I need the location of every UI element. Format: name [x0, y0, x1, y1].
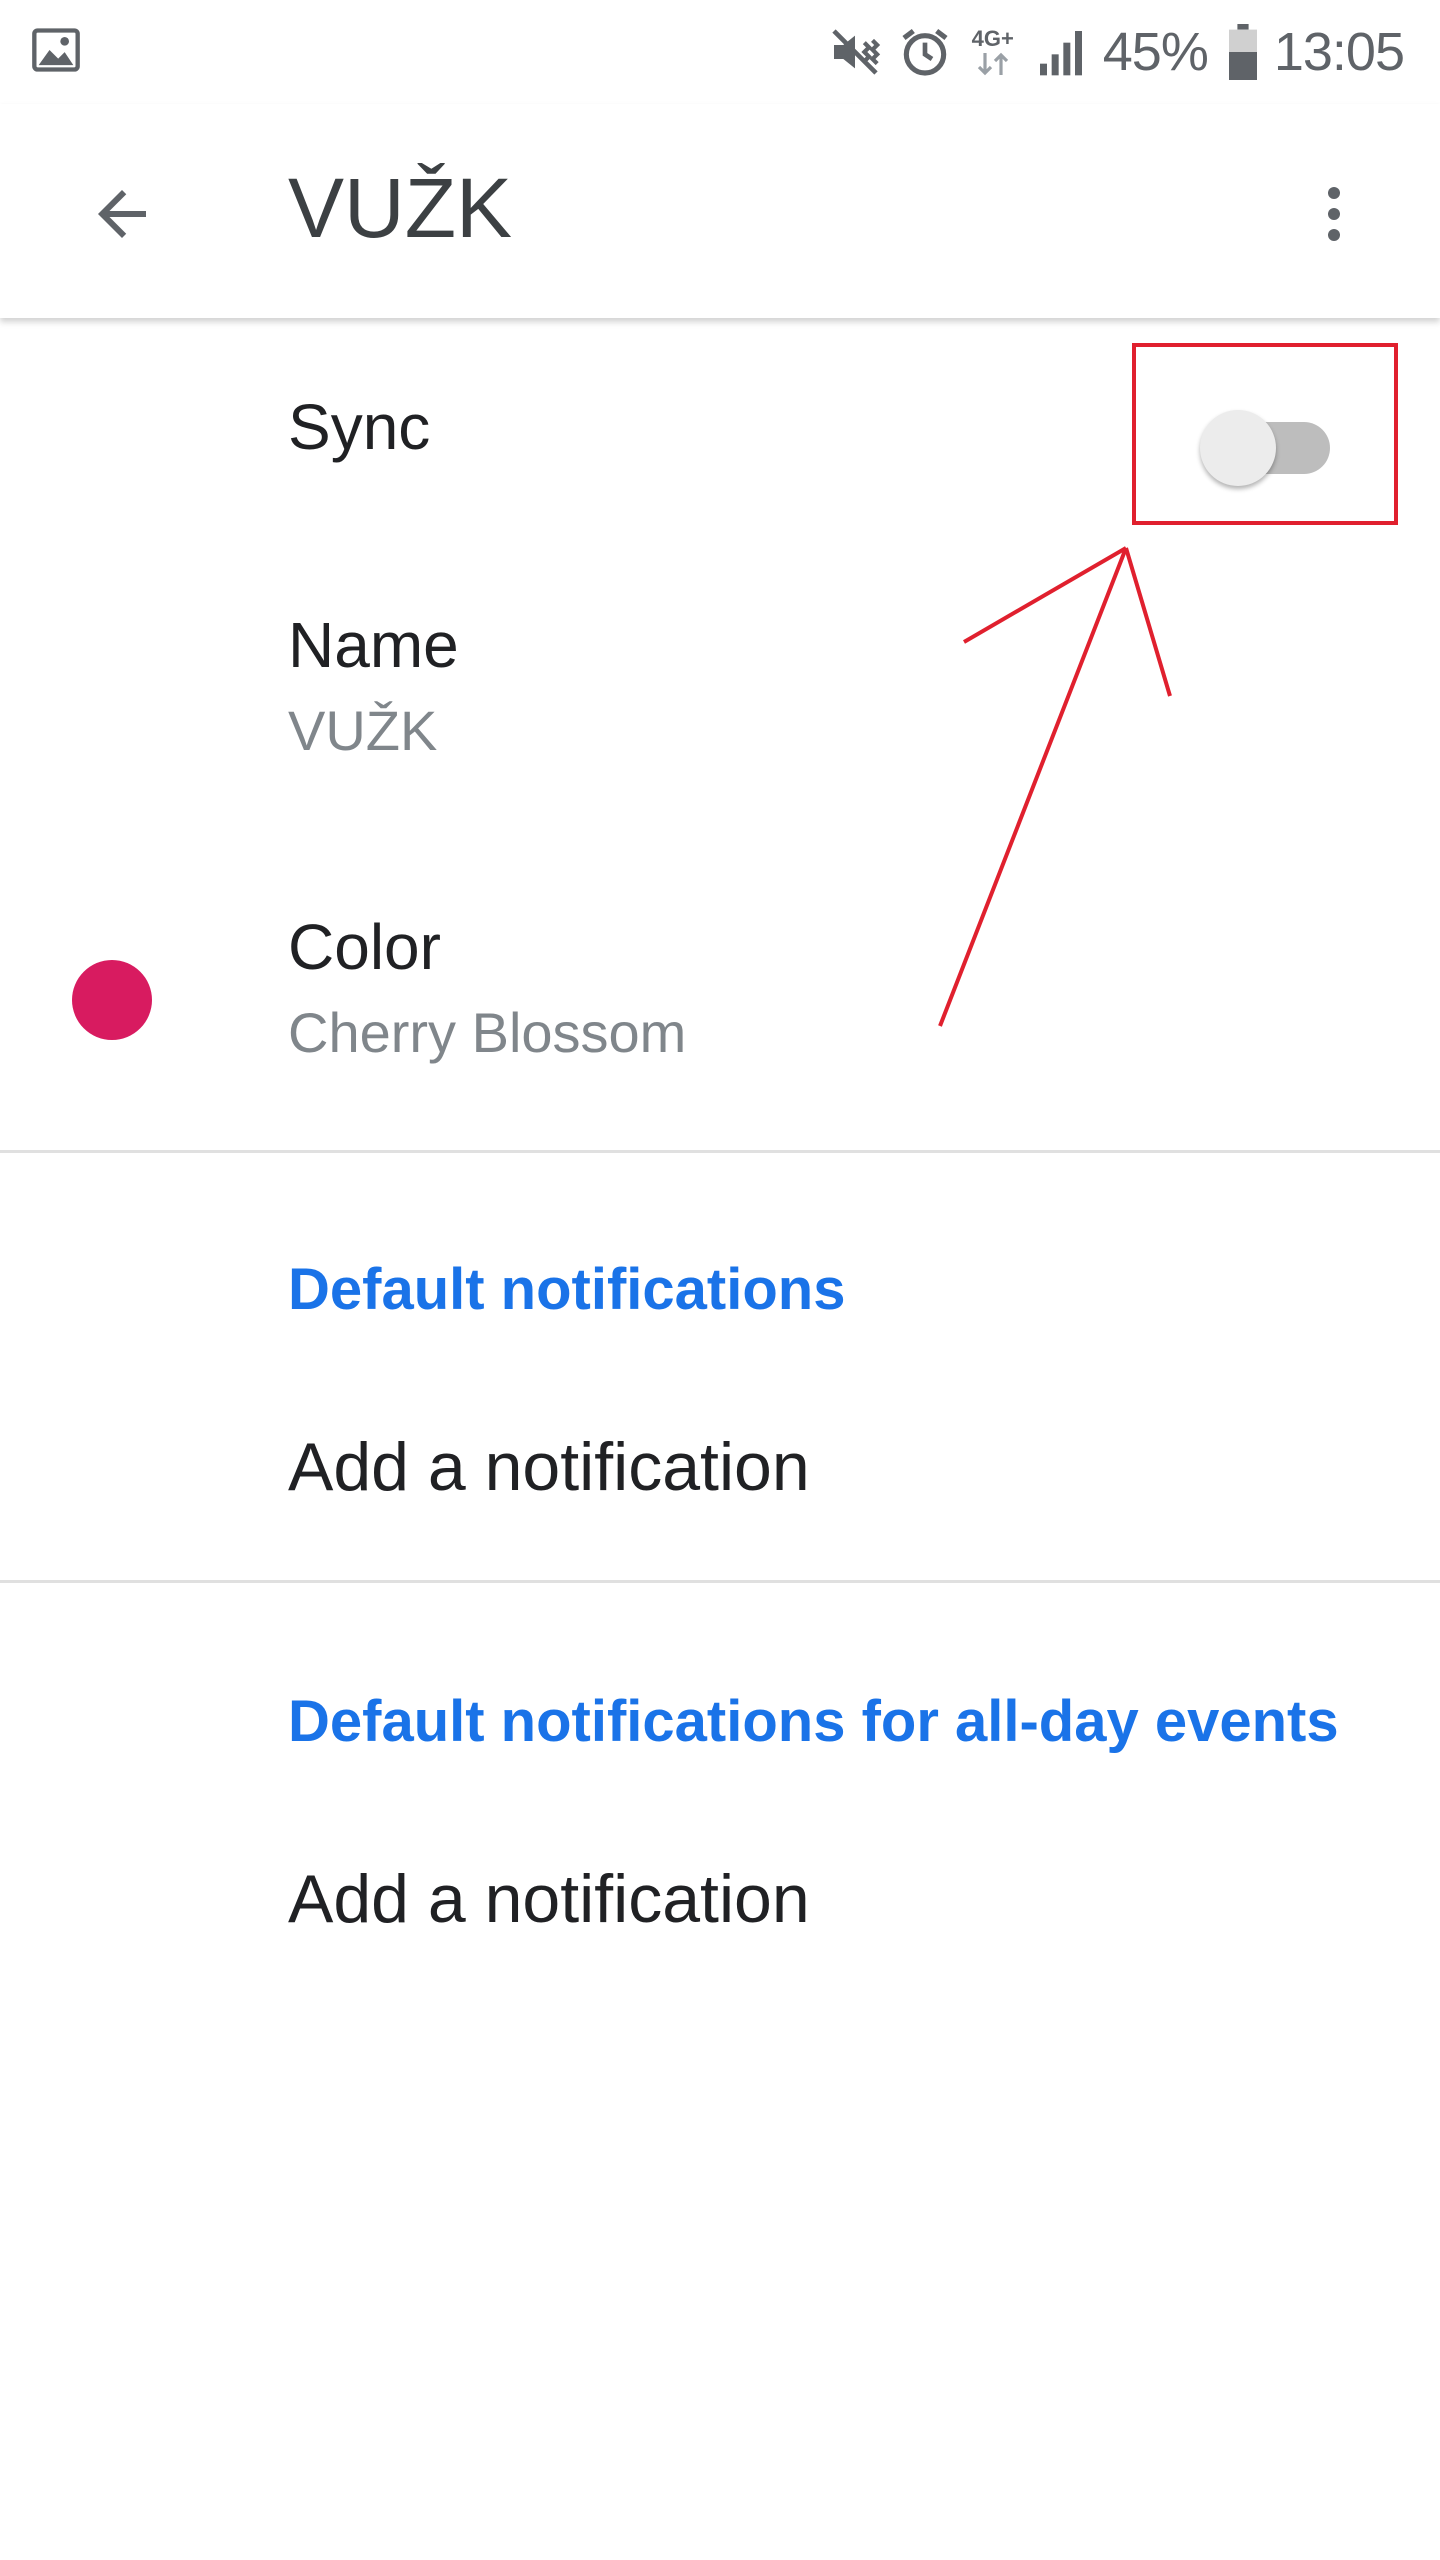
default-notifications-header: Default notifications [288, 1257, 846, 1322]
battery-percent: 45% [1102, 22, 1209, 82]
color-value: Cherry Blossom [288, 1001, 687, 1064]
sync-toggle-thumb [1200, 410, 1276, 486]
sync-toggle[interactable] [1200, 400, 1332, 486]
clock: 13:05 [1273, 22, 1405, 82]
name-label: Name [288, 609, 459, 681]
divider [0, 1150, 1440, 1153]
back-button[interactable] [72, 164, 172, 264]
add-notification-label: Add a notification [288, 1429, 810, 1505]
status-bar: 4G+ 45% 13:05 [0, 0, 1440, 104]
sync-label: Sync [288, 391, 431, 463]
sync-row[interactable]: Sync [0, 318, 1440, 548]
arrow-back-icon [98, 190, 146, 238]
color-swatch [72, 960, 152, 1040]
battery-icon [1228, 24, 1257, 80]
page-title: VUŽK [288, 161, 513, 255]
color-row[interactable]: Color Cherry Blossom [0, 910, 1440, 1110]
status-icons: 4G+ 45% 13:05 [827, 12, 1405, 92]
add-all-day-notification-label: Add a notification [288, 1861, 810, 1937]
image-icon [30, 24, 82, 76]
divider [0, 1580, 1440, 1583]
more-vert-icon [1328, 187, 1340, 241]
name-row[interactable]: Name VUŽK [0, 608, 1440, 808]
network-type-label: 4G+ [971, 26, 1014, 51]
more-options-button[interactable] [1284, 164, 1384, 264]
color-label: Color [288, 911, 441, 983]
network-type-icon: 4G+ [967, 27, 1019, 77]
all-day-notifications-header: Default notifications for all-day events [288, 1689, 1339, 1754]
app-bar: VUŽK [0, 104, 1440, 318]
name-value: VUŽK [288, 699, 438, 762]
alarm-icon [902, 28, 948, 76]
add-all-day-notification-button[interactable]: Add a notification [0, 1820, 1440, 1990]
signal-icon [1039, 31, 1082, 76]
add-notification-button[interactable]: Add a notification [0, 1388, 1440, 1558]
mute-vibrate-icon [832, 29, 880, 75]
